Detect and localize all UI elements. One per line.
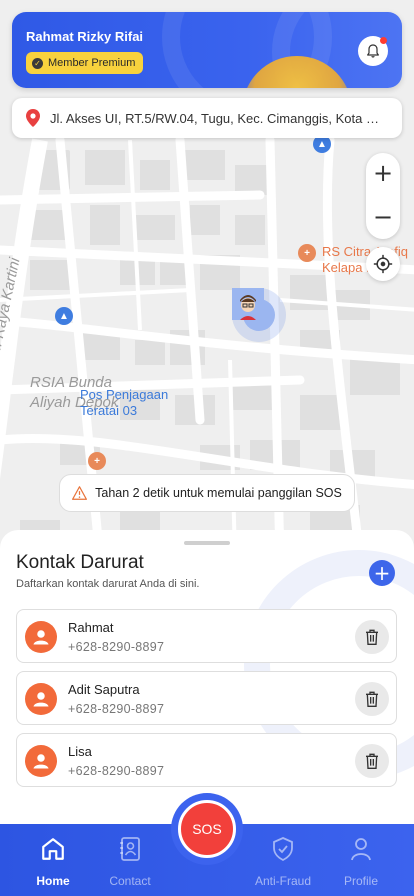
user-name: Rahmat Rizky Rifai: [26, 29, 144, 44]
sos-hint-text: Tahan 2 detik untuk memulai panggilan SO…: [95, 486, 342, 500]
member-badge-label: Member Premium: [48, 57, 136, 69]
warning-icon: [72, 486, 88, 500]
contact-avatar-icon: [25, 683, 57, 715]
contact-phone: +628-8290-8897: [68, 640, 165, 654]
user-header-card: Rahmat Rizky Rifai ✓ Member Premium: [12, 12, 402, 88]
contact-name: Rahmat: [68, 620, 114, 635]
sheet-drag-handle[interactable]: [184, 541, 230, 545]
contact-phone: +628-8290-8897: [68, 764, 165, 778]
map-label-pos-1[interactable]: Pos Penjagaan: [80, 387, 168, 402]
trash-icon: [366, 691, 378, 707]
nav-item-home[interactable]: Home: [13, 824, 93, 896]
member-badge: ✓ Member Premium: [26, 52, 144, 74]
delete-contact-button[interactable]: [355, 744, 389, 778]
add-contact-button[interactable]: +: [369, 560, 395, 586]
nav-item-anti-fraud[interactable]: Anti-Fraud: [243, 824, 323, 896]
bell-icon: [367, 44, 379, 58]
user-avatar-icon: [232, 288, 264, 320]
contact-avatar-icon: [25, 745, 57, 777]
contact-name: Lisa: [68, 744, 92, 759]
contact-card[interactable]: Adit Saputra +628-8290-8897: [16, 671, 397, 725]
delete-contact-button[interactable]: [355, 620, 389, 654]
hospital-poi-icon[interactable]: +: [88, 452, 106, 470]
verified-icon: ✓: [32, 57, 43, 69]
user-avatar: [232, 288, 275, 331]
nav-label-profile: Profile: [343, 874, 378, 888]
zoom-out-button[interactable]: −: [366, 197, 400, 237]
address-text: Jl. Akses UI, RT.5/RW.04, Tugu, Kec. Cim…: [50, 110, 388, 126]
contact-name: Adit Saputra: [68, 682, 140, 697]
sos-hint-toast: Tahan 2 detik untuk memulai panggilan SO…: [59, 474, 355, 512]
trash-icon: [366, 629, 378, 645]
nav-item-contact[interactable]: Contact: [90, 824, 170, 896]
nav-label-home: Home: [36, 874, 70, 888]
locate-me-button[interactable]: [366, 247, 400, 281]
sos-button[interactable]: SOS: [178, 800, 236, 858]
contact-card[interactable]: Rahmat +628-8290-8897: [16, 609, 397, 663]
map-label-pos-2[interactable]: Teratai 03: [80, 403, 137, 418]
crosshair-icon: [373, 254, 393, 274]
contact-avatar-icon: [25, 621, 57, 653]
location-pin-icon: [26, 109, 40, 127]
zoom-in-button[interactable]: +: [366, 153, 400, 193]
contact-card[interactable]: Lisa +628-8290-8897: [16, 733, 397, 787]
sheet-subtitle: Daftarkan kontak darurat Anda di sini.: [16, 578, 200, 590]
notification-dot: [380, 37, 387, 44]
zoom-controls: + −: [366, 153, 400, 239]
nav-item-profile[interactable]: Profile: [321, 824, 401, 896]
hospital-poi-icon[interactable]: +: [298, 244, 316, 262]
sheet-title: Kontak Darurat: [16, 552, 144, 573]
address-bar[interactable]: Jl. Akses UI, RT.5/RW.04, Tugu, Kec. Cim…: [12, 98, 402, 138]
user-location-marker[interactable]: [232, 288, 286, 342]
nav-label-contact: Contact: [109, 874, 151, 888]
shield-icon: [273, 837, 293, 862]
profile-icon: [351, 838, 371, 861]
notification-button[interactable]: [358, 36, 388, 66]
contact-icon: [120, 837, 140, 861]
sos-button-ring: SOS: [171, 793, 243, 865]
trash-icon: [366, 753, 378, 769]
delete-contact-button[interactable]: [355, 682, 389, 716]
home-icon: [42, 838, 64, 860]
contact-phone: +628-8290-8897: [68, 702, 165, 716]
police-poi-icon[interactable]: ▲: [55, 307, 73, 325]
nav-label-anti-fraud: Anti-Fraud: [254, 874, 312, 888]
